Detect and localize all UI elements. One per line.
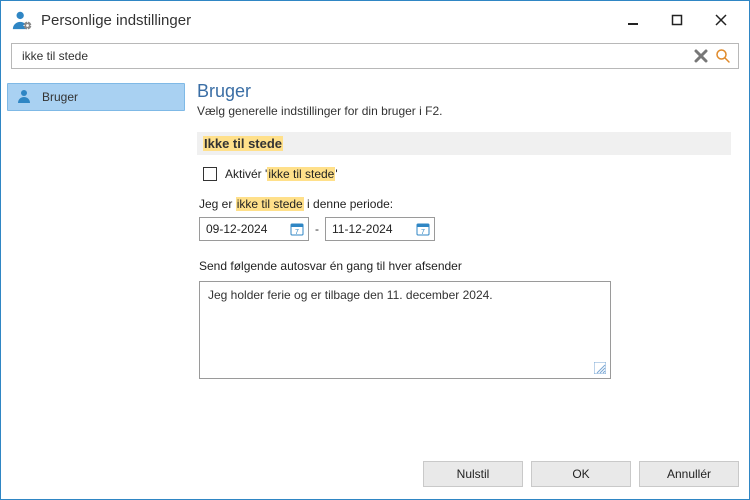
maximize-button[interactable] [655, 6, 699, 34]
content: Bruger Bruger Vælg generelle indstilling… [1, 79, 749, 455]
page-heading: Bruger [197, 81, 731, 102]
sidebar-item-label: Bruger [42, 90, 78, 104]
period-label: Jeg er ikke til stede i denne periode: [199, 197, 731, 211]
section-header-text: Ikke til stede [203, 136, 283, 151]
calendar-icon[interactable]: 7 [290, 222, 304, 236]
page-subtitle: Vælg generelle indstillinger for din bru… [197, 104, 731, 118]
minimize-button[interactable] [611, 6, 655, 34]
cancel-button[interactable]: Annullér [639, 461, 739, 487]
autoreply-text: Jeg holder ferie og er tilbage den 11. d… [208, 288, 493, 302]
date-to-value: 11-12-2024 [332, 222, 416, 236]
sidebar: Bruger [1, 79, 191, 455]
main-panel: Bruger Vælg generelle indstillinger for … [191, 79, 749, 455]
titlebar: Personlige indstillinger [1, 1, 749, 39]
search-field[interactable] [11, 43, 739, 69]
search-input[interactable] [20, 48, 690, 64]
clear-search-icon[interactable] [690, 45, 712, 67]
close-button[interactable] [699, 6, 743, 34]
date-range-row: 09-12-2024 7 - 11-12-2024 7 [199, 217, 731, 241]
section-header-out-of-office: Ikke til stede [197, 132, 731, 155]
window-title: Personlige indstillinger [41, 12, 191, 29]
search-area [1, 39, 749, 79]
svg-text:7: 7 [295, 229, 299, 236]
footer: Nulstil OK Annullér [1, 455, 749, 499]
date-from-input[interactable]: 09-12-2024 7 [199, 217, 309, 241]
reset-button[interactable]: Nulstil [423, 461, 523, 487]
resize-grip-icon[interactable] [594, 362, 606, 374]
window: Personlige indstillinger [0, 0, 750, 500]
search-icon[interactable] [712, 45, 734, 67]
autoreply-textarea[interactable]: Jeg holder ferie og er tilbage den 11. d… [199, 281, 611, 379]
calendar-icon[interactable]: 7 [416, 222, 430, 236]
user-settings-icon [11, 9, 33, 31]
autoreply-label: Send følgende autosvar én gang til hver … [199, 259, 731, 273]
activate-out-of-office-checkbox[interactable] [203, 167, 217, 181]
activate-out-of-office-label: Aktivér 'ikke til stede' [225, 167, 338, 181]
sidebar-item-bruger[interactable]: Bruger [7, 83, 185, 111]
ok-button[interactable]: OK [531, 461, 631, 487]
date-separator: - [315, 222, 319, 236]
date-to-input[interactable]: 11-12-2024 7 [325, 217, 435, 241]
user-icon [16, 88, 34, 106]
activate-out-of-office-row: Aktivér 'ikke til stede' [203, 167, 731, 181]
svg-text:7: 7 [421, 229, 425, 236]
date-from-value: 09-12-2024 [206, 222, 290, 236]
